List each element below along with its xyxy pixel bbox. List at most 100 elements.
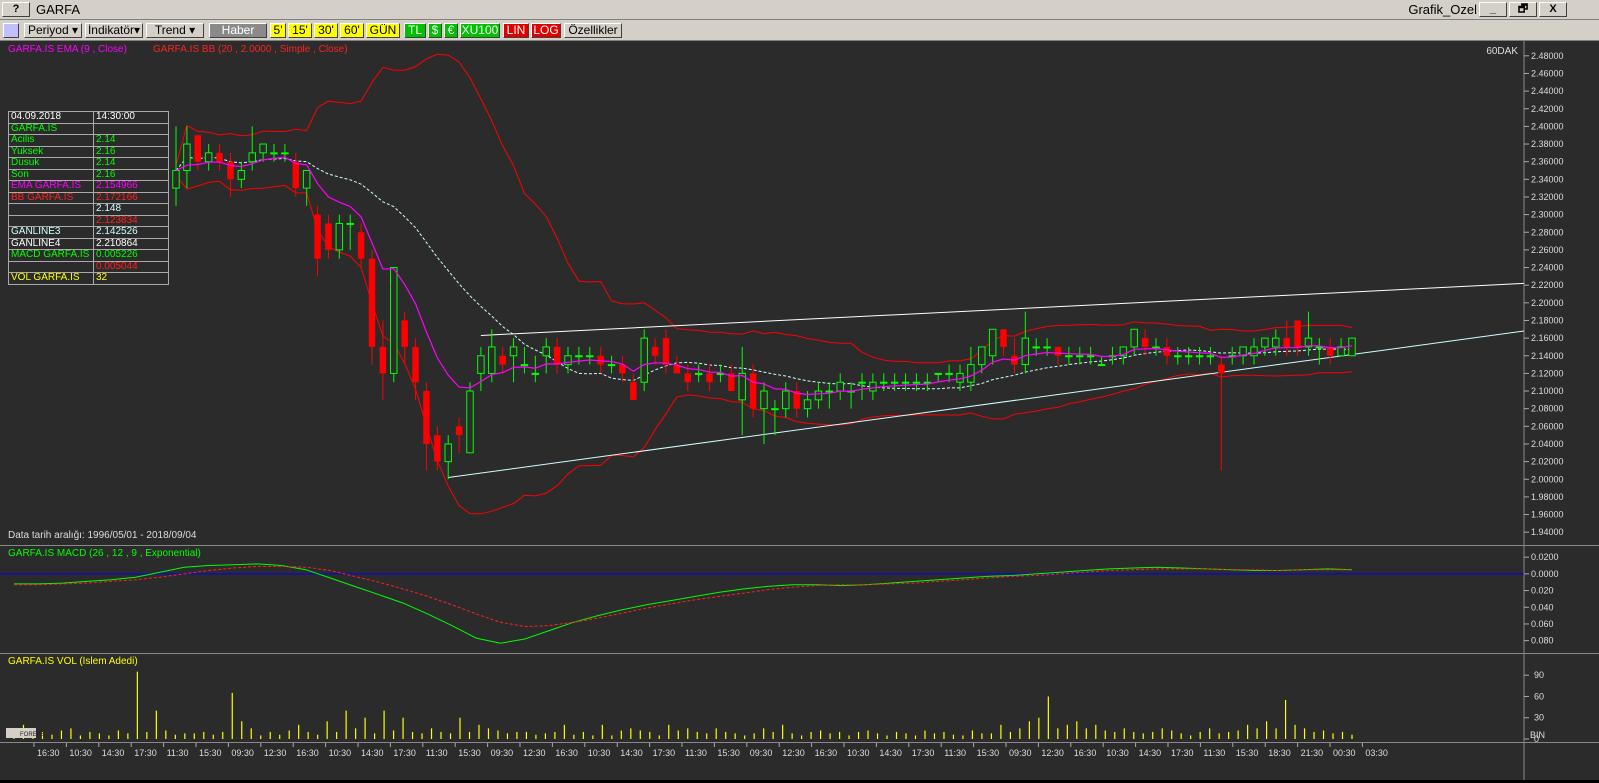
close-button[interactable]: X bbox=[1539, 2, 1567, 17]
x-tick-label: 11:30 bbox=[426, 748, 448, 758]
macd-legend: GARFA.IS MACD (26 , 12 , 9 , Exponential… bbox=[8, 548, 201, 559]
window-title: Grafik_Ozel bbox=[1408, 2, 1477, 17]
y-tick-label: 1.94000 bbox=[1531, 527, 1564, 537]
info-row-label: GANLINE3 bbox=[8, 226, 94, 239]
indicators-label: İndikatör bbox=[87, 23, 134, 37]
candle-body-up bbox=[586, 355, 594, 358]
x-tick-label: 17:30 bbox=[653, 748, 676, 758]
info-row-value: 2.142526 bbox=[93, 226, 169, 239]
x-tick-label: 15:30 bbox=[458, 748, 481, 758]
candle-body-up bbox=[302, 170, 311, 189]
period-15-button[interactable]: 15' bbox=[288, 23, 312, 38]
window-symbol: GARFA bbox=[36, 2, 81, 17]
macd-panel-bg bbox=[0, 546, 1524, 653]
trend-label: Trend bbox=[154, 23, 186, 37]
macd-tick-label: 0.040 bbox=[1531, 602, 1554, 612]
info-row-label: Son bbox=[8, 168, 94, 181]
candle-body-down bbox=[357, 232, 365, 259]
info-row-label: Yuksek bbox=[8, 145, 94, 158]
candle-body-down bbox=[1141, 338, 1149, 347]
candle-body-down bbox=[651, 346, 659, 356]
candle-body-down bbox=[499, 355, 506, 365]
candle-body-up bbox=[836, 381, 844, 392]
x-tick-label: 15:30 bbox=[1236, 748, 1259, 758]
info-row: VOL GARFA.IS 32 bbox=[8, 272, 169, 285]
x-tick-label: 17:30 bbox=[393, 748, 416, 758]
info-row-label bbox=[8, 203, 94, 216]
info-row-value: 2.16 bbox=[93, 168, 169, 181]
candle-body-up bbox=[575, 355, 583, 358]
candle-body-down bbox=[401, 320, 408, 347]
info-symbol: GARFA.IS bbox=[8, 122, 94, 135]
candle-body-down bbox=[368, 258, 376, 347]
chart-area[interactable]: 2.48000 2.46000 2.44000 2.42000 2.40000 2.380… bbox=[0, 41, 1599, 780]
app-icon[interactable] bbox=[3, 23, 19, 38]
info-row-value: 2.14 bbox=[93, 157, 169, 170]
x-tick-label: 17:30 bbox=[912, 748, 935, 758]
candle-body-down bbox=[684, 373, 692, 383]
minimize-button[interactable]: _ bbox=[1479, 2, 1507, 17]
log-scale-button[interactable]: LOG bbox=[531, 23, 561, 38]
restore-button[interactable]: 🗗 bbox=[1509, 2, 1537, 17]
y-tick-label: 2.06000 bbox=[1531, 421, 1564, 431]
linear-scale-button[interactable]: LIN bbox=[503, 23, 529, 38]
candle-body-up bbox=[520, 364, 529, 367]
candle-body-up bbox=[466, 390, 474, 454]
x-tick-label: 11:30 bbox=[944, 748, 966, 758]
period-60-button[interactable]: 60' bbox=[340, 23, 364, 38]
candle-body-up bbox=[1043, 346, 1051, 349]
y-tick-label: 2.26000 bbox=[1531, 245, 1564, 255]
x-tick-label: 09:30 bbox=[231, 748, 254, 758]
help-button[interactable]: ? bbox=[2, 2, 30, 17]
candle-body-down bbox=[553, 346, 561, 365]
y-tick-label: 2.22000 bbox=[1531, 280, 1564, 290]
period-menu[interactable]: Periyod ▾ bbox=[24, 23, 82, 38]
candle-body-down bbox=[325, 223, 332, 250]
candle-body-up bbox=[782, 390, 790, 410]
info-symbol-row: GARFA.IS bbox=[8, 122, 169, 135]
candle-body-up bbox=[934, 372, 942, 375]
candle-body-up bbox=[281, 152, 289, 155]
y-tick-label: 2.12000 bbox=[1531, 368, 1564, 378]
candle-body-up bbox=[1261, 337, 1269, 348]
legend-ema: GARFA.IS EMA (9 , Close) bbox=[8, 44, 127, 55]
currency-tl-button[interactable]: TL bbox=[404, 23, 426, 38]
candle-body-up bbox=[1152, 346, 1160, 349]
x-tick-label: 11:30 bbox=[685, 748, 707, 758]
candle-body-up bbox=[204, 152, 213, 163]
info-row-value: 0.005044 bbox=[93, 260, 169, 273]
info-row-label: BB GARFA.IS bbox=[8, 191, 94, 204]
info-row-value: 2.16 bbox=[93, 145, 169, 158]
candle-body-up bbox=[771, 408, 779, 411]
x-tick-label: 16:30 bbox=[296, 748, 319, 758]
candle-body-up bbox=[988, 328, 997, 357]
info-row-value: 2.14 bbox=[93, 134, 169, 147]
candle-body-down bbox=[292, 161, 300, 189]
currency-eur-button[interactable]: € bbox=[444, 23, 458, 38]
currency-usd-button[interactable]: $ bbox=[428, 23, 442, 38]
chart-svg[interactable]: 2.48000 2.46000 2.44000 2.42000 2.40000 2.380… bbox=[0, 41, 1599, 780]
macd-tick-label: 0.080 bbox=[1531, 636, 1554, 646]
x-tick-label: 16:30 bbox=[37, 748, 60, 758]
candle-body-up bbox=[488, 346, 496, 374]
candle-body-up bbox=[1348, 337, 1356, 357]
period-day-button[interactable]: GÜN bbox=[366, 23, 400, 38]
candle-body-up bbox=[607, 364, 616, 367]
candle-body-up bbox=[270, 152, 278, 155]
y-tick-label: 2.10000 bbox=[1531, 386, 1564, 396]
indicators-menu[interactable]: İndikatör▾ bbox=[85, 23, 143, 38]
period-5-button[interactable]: 5' bbox=[270, 23, 286, 38]
xu100-button[interactable]: XU100 bbox=[460, 23, 500, 38]
x-tick-label: 15:30 bbox=[717, 748, 740, 758]
x-tick-label: 11:30 bbox=[1203, 748, 1225, 758]
period-30-button[interactable]: 30' bbox=[314, 23, 338, 38]
x-tick-label: 12:30 bbox=[1041, 748, 1064, 758]
trend-menu[interactable]: Trend ▾ bbox=[146, 23, 204, 38]
candle-body-up bbox=[346, 222, 354, 225]
properties-button[interactable]: Özellikler bbox=[564, 23, 622, 38]
news-button[interactable]: Haber bbox=[209, 23, 267, 38]
candle-body-down bbox=[379, 346, 387, 374]
x-tick-label: 09:30 bbox=[750, 748, 773, 758]
y-tick-label: 2.20000 bbox=[1531, 298, 1564, 308]
info-row: Son 2.16 bbox=[8, 168, 169, 181]
